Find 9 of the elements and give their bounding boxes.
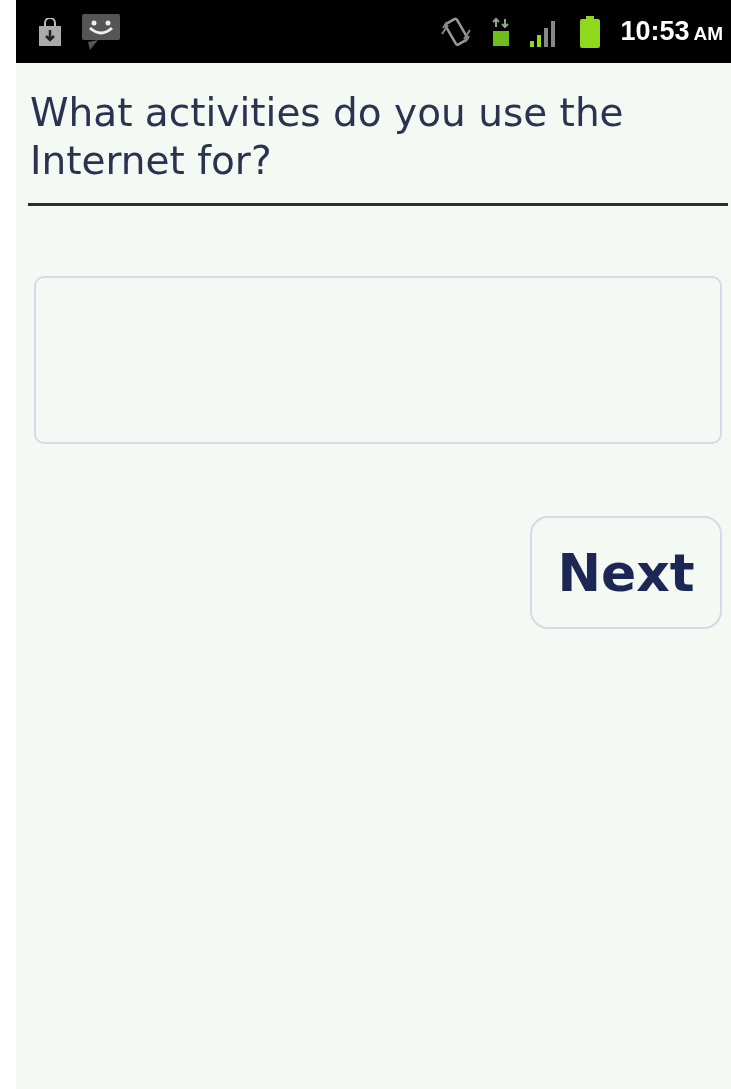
battery-icon xyxy=(580,15,601,48)
shopping-bag-icon xyxy=(38,17,62,46)
vibrate-icon xyxy=(440,15,473,48)
answer-field[interactable] xyxy=(34,276,722,444)
clock-meridiem: AM xyxy=(693,23,723,45)
smiley-message-icon xyxy=(82,13,120,50)
next-button[interactable]: Next xyxy=(530,516,722,629)
question-title: What activities do you use the Internet for? xyxy=(28,89,728,206)
clock-time: 10:53 xyxy=(620,16,690,47)
